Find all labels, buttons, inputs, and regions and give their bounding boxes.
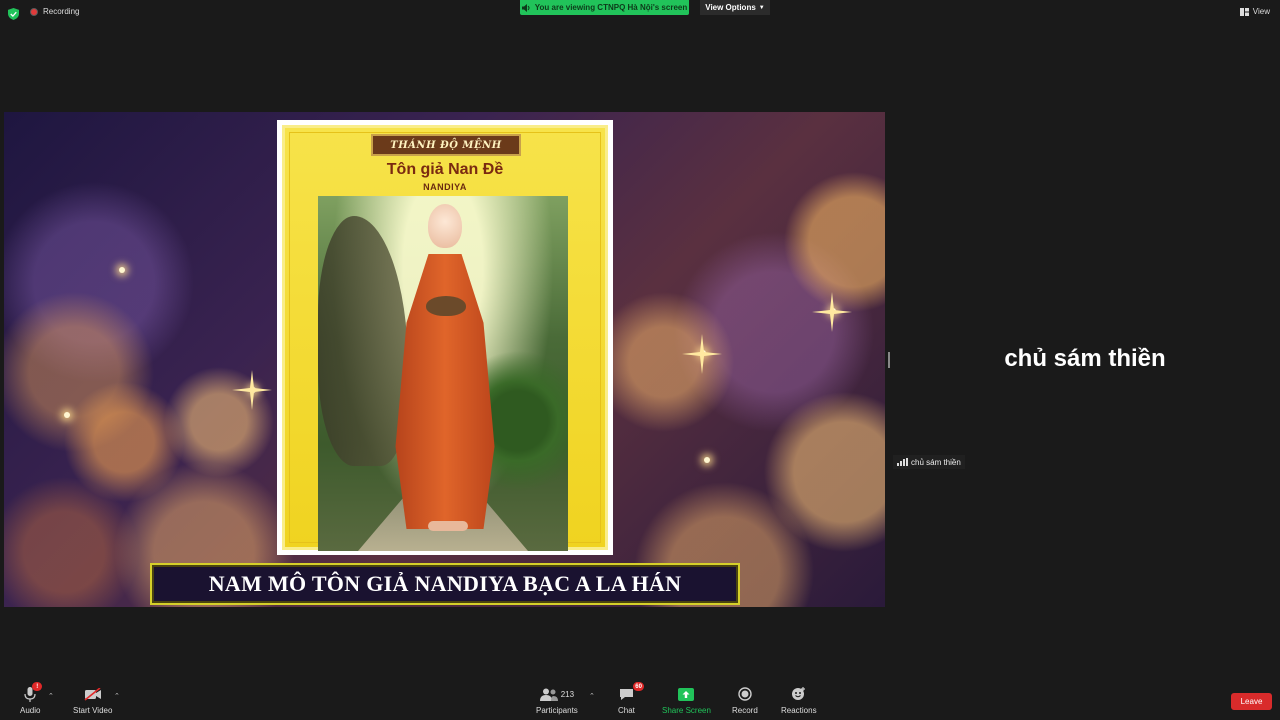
monk-head xyxy=(428,204,462,248)
monk-portrait xyxy=(318,196,568,551)
view-button[interactable]: View xyxy=(1239,7,1270,16)
recording-indicator[interactable]: Recording xyxy=(30,7,79,16)
participant-tag-label: chủ sám thiền xyxy=(911,457,961,467)
reactions-icon xyxy=(792,687,806,700)
leave-button[interactable]: Leave xyxy=(1231,693,1272,710)
audio-label: Audio xyxy=(20,706,41,715)
view-grid-icon xyxy=(1239,7,1249,16)
shield-icon[interactable] xyxy=(8,8,19,20)
bokeh-sparkle xyxy=(704,457,710,463)
star-glow xyxy=(812,292,852,332)
chat-icon xyxy=(619,688,633,700)
meeting-toolbar: ! Audio ⌃ Start Video ⌃ 213 Participants… xyxy=(0,680,1280,720)
video-options-chevron-icon[interactable]: ⌃ xyxy=(114,692,120,700)
banner-text: You are viewing CTNPQ Hà Nội's screen xyxy=(534,3,688,12)
viewing-screen-banner: You are viewing CTNPQ Hà Nội's screen xyxy=(520,0,689,15)
bokeh-sparkle xyxy=(64,412,70,418)
audio-options-chevron-icon[interactable]: ⌃ xyxy=(48,692,54,700)
card-inner: THÁNH ĐỘ MỆNH Tôn giả Nan Đề NANDIYA xyxy=(282,125,608,551)
audio-button[interactable]: ! Audio xyxy=(20,682,43,715)
start-video-button[interactable]: Start Video xyxy=(73,686,112,715)
participant-name-large: chủ sám thiền xyxy=(1004,345,1166,372)
participants-label: Participants xyxy=(536,706,578,715)
reactions-label: Reactions xyxy=(781,706,817,715)
audio-warning-badge: ! xyxy=(32,682,43,691)
video-off-icon xyxy=(84,687,101,701)
share-screen-button[interactable]: Share Screen xyxy=(662,686,711,715)
star-glow xyxy=(682,334,722,374)
participants-options-chevron-icon[interactable]: ⌃ xyxy=(589,692,595,700)
bokeh-sparkle xyxy=(119,267,125,273)
caption-banner: NAM MÔ TÔN GIẢ NANDIYA BẠC A LA HÁN xyxy=(150,563,740,605)
view-options-button[interactable]: View Options ▼ xyxy=(700,0,770,15)
star-glow xyxy=(232,370,272,410)
alms-bowl xyxy=(426,296,466,316)
view-options-label: View Options xyxy=(705,3,756,12)
speaker-icon xyxy=(521,3,530,12)
participants-button[interactable]: 213 Participants xyxy=(536,686,578,715)
chevron-down-icon: ▼ xyxy=(758,4,765,11)
participants-icon xyxy=(539,688,558,701)
record-label: Record xyxy=(732,706,758,715)
record-button[interactable]: Record xyxy=(732,686,758,715)
participant-name-tag: chủ sám thiền xyxy=(893,455,965,469)
card-plaque: THÁNH ĐỘ MỆNH xyxy=(371,134,521,156)
share-screen-label: Share Screen xyxy=(662,706,711,715)
recording-dot-icon xyxy=(30,7,38,16)
chat-button[interactable]: 60 Chat xyxy=(618,682,644,715)
share-screen-icon xyxy=(678,687,695,701)
shared-screen[interactable]: THÁNH ĐỘ MỆNH Tôn giả Nan Đề NANDIYA NAM… xyxy=(4,112,885,607)
portrait-tree xyxy=(318,216,408,466)
card-subtitle: NANDIYA xyxy=(423,182,467,192)
chat-unread-badge: 60 xyxy=(633,682,644,691)
recording-label: Recording xyxy=(43,7,80,16)
signal-bars-icon xyxy=(897,458,908,466)
participants-count: 213 xyxy=(560,689,575,699)
saint-card: THÁNH ĐỘ MỆNH Tôn giả Nan Đề NANDIYA xyxy=(277,120,613,555)
monk-feet xyxy=(428,521,468,531)
start-video-label: Start Video xyxy=(73,706,113,715)
view-label: View xyxy=(1252,7,1270,16)
card-title: Tôn giả Nan Đề xyxy=(386,161,504,178)
reactions-button[interactable]: Reactions xyxy=(781,686,817,715)
record-icon xyxy=(738,687,752,701)
top-bar: Recording You are viewing CTNPQ Hà Nội's… xyxy=(0,0,1280,28)
chat-label: Chat xyxy=(618,706,635,715)
